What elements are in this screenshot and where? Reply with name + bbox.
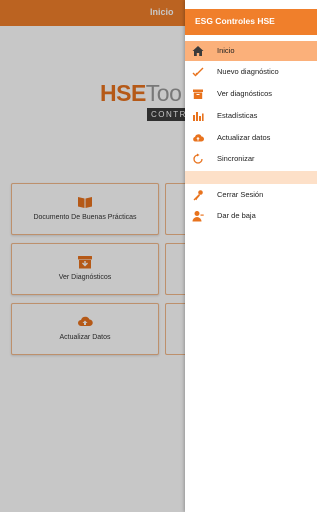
drawer-item-estadisticas[interactable]: Estadísticas — [185, 106, 317, 126]
drawer-item-actualizar-datos[interactable]: Actualizar datos — [185, 128, 317, 148]
drawer-item-label: Sincronizar — [217, 154, 255, 163]
drawer-item-dar-de-baja[interactable]: Dar de baja — [185, 206, 317, 226]
drawer-section-divider — [185, 171, 317, 184]
drawer-item-label: Estadísticas — [217, 111, 258, 120]
drawer-item-label: Nuevo diagnóstico — [217, 67, 279, 76]
home-icon — [192, 46, 204, 56]
navigation-drawer: ESG Controles HSE Inicio Nuevo diagnósti… — [185, 0, 321, 512]
key-icon — [193, 190, 203, 201]
sync-icon — [193, 153, 203, 164]
checkmark-icon — [192, 67, 204, 77]
drawer-item-label: Inicio — [217, 46, 235, 55]
drawer-item-label: Ver diagnósticos — [217, 89, 273, 98]
drawer-item-label: Actualizar datos — [217, 133, 271, 142]
cloud-upload-icon — [193, 134, 204, 142]
drawer-title: ESG Controles HSE — [195, 16, 275, 26]
bar-chart-icon — [193, 112, 204, 121]
drawer-item-sincronizar[interactable]: Sincronizar — [185, 149, 317, 169]
drawer-item-label: Cerrar Sesión — [217, 190, 264, 199]
drawer-header: ESG Controles HSE — [185, 9, 317, 35]
drawer-item-label: Dar de baja — [217, 211, 256, 220]
archive-icon — [193, 89, 203, 99]
user-remove-icon — [192, 211, 204, 222]
drawer-item-cerrar-sesion[interactable]: Cerrar Sesión — [185, 185, 317, 205]
drawer-item-nuevo-diagnostico[interactable]: Nuevo diagnóstico — [185, 62, 317, 82]
drawer-item-ver-diagnosticos[interactable]: Ver diagnósticos — [185, 84, 317, 104]
drawer-item-inicio[interactable]: Inicio — [185, 41, 317, 61]
